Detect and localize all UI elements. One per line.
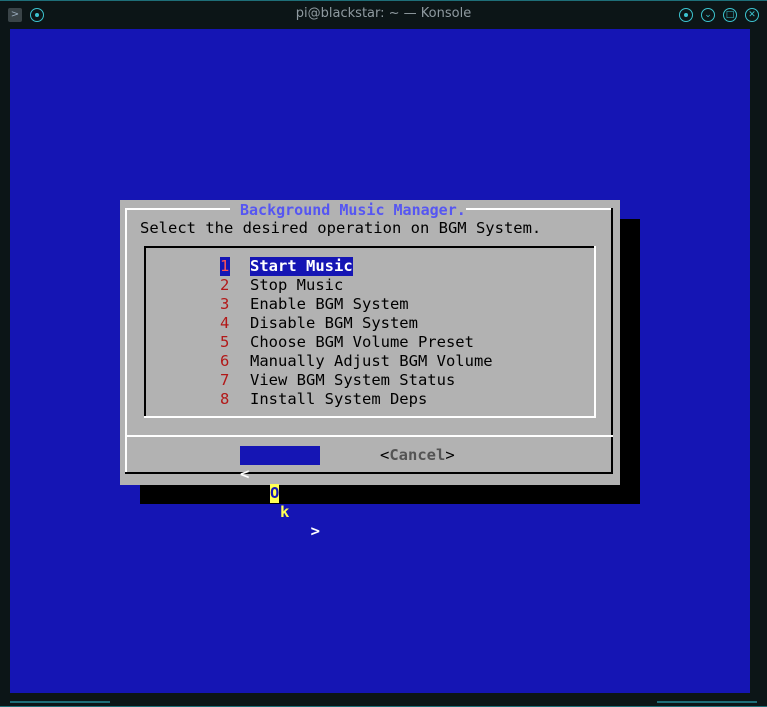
menu-border-bottom [144,416,596,418]
menu-border-right [594,246,596,418]
minimize-icon[interactable]: ⌄ [701,8,715,22]
menu-item-number: 4 [220,314,230,332]
menu-item-number: 2 [220,276,230,294]
dialog-title: Background Music Manager. [230,201,466,220]
dialog-border-bottom [125,472,613,474]
menu-item-number: 7 [220,371,230,389]
menu-item-number: 6 [220,352,230,370]
menu-item-label: Manually Adjust BGM Volume [250,352,493,370]
menu-item-label: Enable BGM System [250,295,409,313]
close-icon[interactable]: ✕ [745,8,759,22]
menu-item-number: 8 [220,390,230,408]
menu-border-left [144,246,146,418]
maximize-icon[interactable]: □ [723,8,737,22]
ok-button[interactable]: < O k > [240,446,320,540]
menu-border-top [144,246,594,248]
window-bottom-border [0,694,767,707]
menu-item-label: Stop Music [250,276,344,294]
dialog-prompt: Select the desired operation on BGM Syst… [140,219,542,237]
menu-item-number: 3 [220,295,230,313]
ok-hotkey: O [270,484,280,503]
button-separator [127,435,613,437]
menu-item-number: 1 [220,257,230,276]
terminal-area[interactable]: Background Music Manager. Select the des… [10,29,750,693]
menu-item-label: Choose BGM Volume Preset [250,333,474,351]
menu-item-label: Start Music [250,257,353,276]
menu-item-number: 5 [220,333,230,351]
menu-item-label: Disable BGM System [250,314,418,332]
cancel-button[interactable]: <Cancel> [380,446,455,465]
window-titlebar[interactable]: > pi@blackstar: ~ — Konsole ⌄ □ ✕ [0,0,767,29]
window-menu-icon[interactable] [679,8,693,22]
menu-item-label: Install System Deps [250,390,428,408]
menu-item-label: View BGM System Status [250,371,456,389]
window-title: pi@blackstar: ~ — Konsole [295,6,472,21]
dialog-box: Background Music Manager. Select the des… [120,200,620,540]
